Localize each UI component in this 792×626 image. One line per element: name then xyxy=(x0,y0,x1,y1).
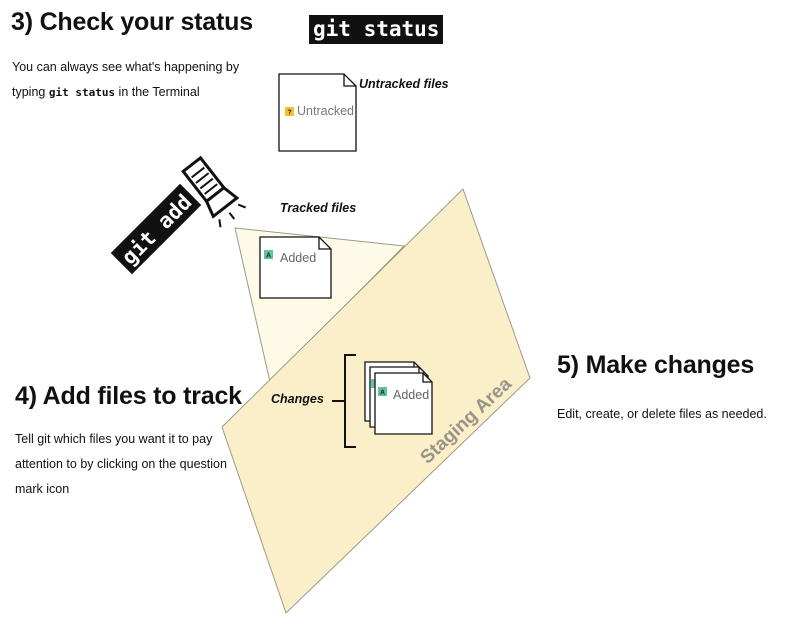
git-add-command-text: git add xyxy=(117,190,197,270)
git-status-command-label: git status xyxy=(309,15,444,44)
section3-line2: typing git status in the Terminal xyxy=(12,80,239,105)
changes-file-name: Added xyxy=(393,388,429,402)
changes-badge-text: A xyxy=(380,390,385,397)
section4-line1: Tell git which files you want it to pay xyxy=(15,432,213,446)
section4-description: Tell git which files you want it to pay … xyxy=(15,427,227,502)
changes-label: Changes xyxy=(271,392,324,406)
section3-description: You can always see what's happening by t… xyxy=(12,55,239,105)
flashlight-icon xyxy=(181,155,247,228)
git-add-command-label: git add xyxy=(110,183,202,275)
tracked-files-label: Tracked files xyxy=(280,201,357,215)
section3-line2-before: typing xyxy=(12,85,49,99)
git-status-inline-code: git status xyxy=(48,86,116,99)
untracked-file-card: ? Untracked xyxy=(278,73,357,152)
section4-heading: 4) Add files to track xyxy=(15,382,242,410)
section3-line1: You can always see what's happening by xyxy=(12,60,240,74)
untracked-files-label: Untracked files xyxy=(359,77,449,91)
section4-line2: attention to by clicking on the question xyxy=(15,457,227,471)
untracked-badge-text: ? xyxy=(287,110,291,117)
section3-heading: 3) Check your status xyxy=(11,8,253,36)
tracked-file-card: A Added xyxy=(259,236,332,299)
changes-file-stack: A Added xyxy=(364,361,433,435)
section3-line2-after: in the Terminal xyxy=(115,85,200,99)
section5-heading: 5) Make changes xyxy=(557,351,755,379)
section5-description: Edit, create, or delete files as needed. xyxy=(557,407,767,421)
tracked-badge-text: A xyxy=(266,253,271,260)
untracked-file-name: Untracked xyxy=(297,104,354,118)
section4-line3: mark icon xyxy=(15,482,70,496)
tracked-file-name: Added xyxy=(280,251,316,265)
